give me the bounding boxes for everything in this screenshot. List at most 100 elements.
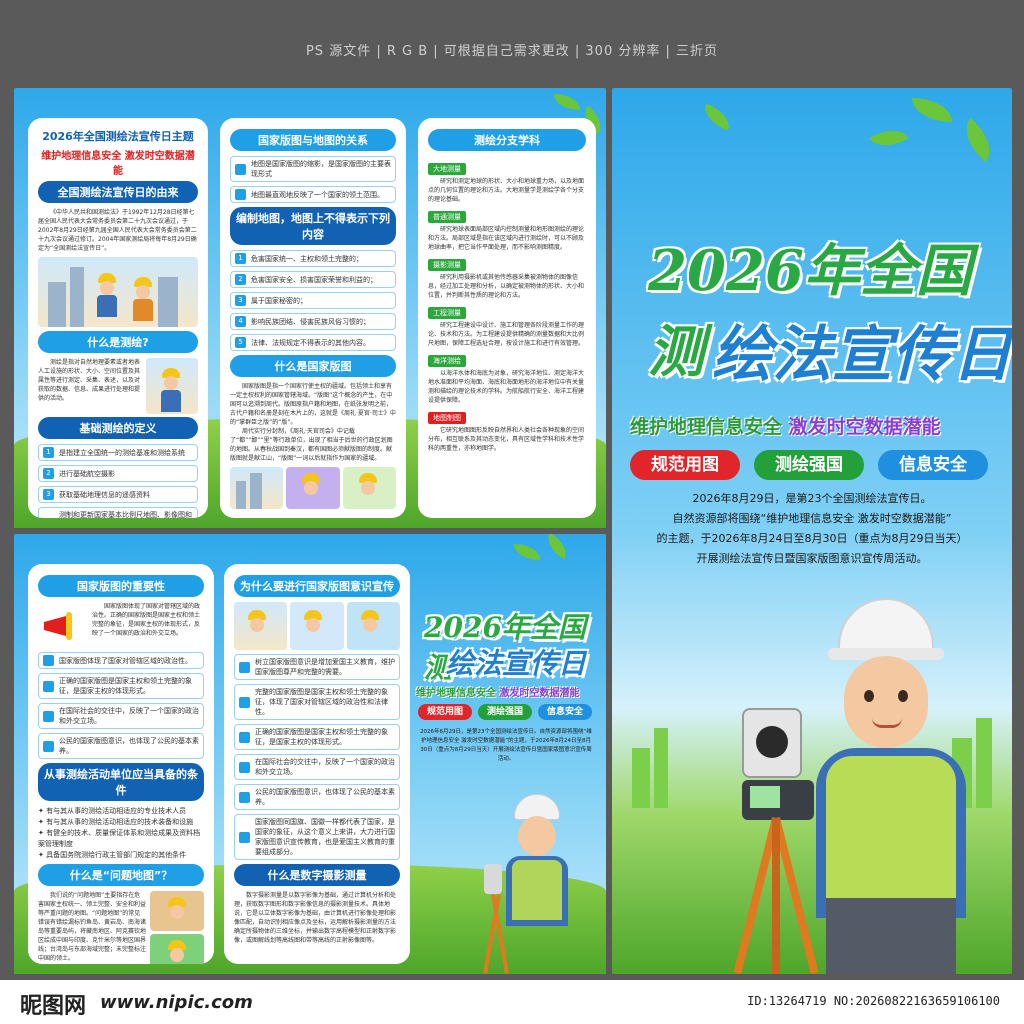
megaphone-icon [38,602,88,652]
problem-text: 我们说的“问题地图”主要指存在危害国家主权统一、领土完整、安全和利益等严重问题的… [38,892,147,962]
cover-pill: 规范用图 [630,450,740,480]
why-item: 正确的国家版图是国家主权和领土完整的象征，是国家主权的体现形式。 [234,724,400,750]
watermark-bar: 昵图网 www.nipic.com ID:13264719 NO:2026082… [0,980,1024,1024]
worker-illustration [342,467,396,509]
surveyor-illustration [732,598,1012,974]
branch-block: 大地测量 研究和测定地球的形状、大小和地球重力场，以及地面点的几何位置的理论和方法… [428,163,585,203]
panel-territory: 国家版图与地图的关系 地图是国家版图的缩影，是国家版图的主要表现形式 地图最直观… [220,118,406,518]
check-icon [239,696,250,708]
panel-theme: 2026年全国测绘法宣传日主题 维护地理信息安全 激发时空数据潜能 全国测绘法宣… [28,118,208,518]
mini-cover-title-2: 绘法宣传日 [446,647,587,680]
spec-header: PS 源文件 | R G B | 可根据自己需求更改 | 300 分辨率 | 三… [0,0,1024,88]
panel-awareness: 为什么要进行国家版图意识宣传 树立国家版图意识是增加爱国主义教育，维护国家版图尊… [224,564,410,964]
worker-illustration [290,602,344,650]
worker-illustration [286,467,340,509]
importance-item: 公民的国家版图意识，也体现了公民的基本素养。 [38,733,204,759]
cover-body-line: 2026年8月29日，是第23个全国测绘法宣传日。 [692,492,932,505]
territory-header: 什么是国家版图 [230,355,396,377]
relation-header: 国家版图与地图的关系 [230,129,396,151]
why-header: 为什么要进行国家版图意识宣传 [234,575,400,597]
condition-item: ✦ 有健全的技术、质量保证体系和测绘成果及资料档案管理制度 [38,829,201,848]
image-id: ID:13264719 NO:20260822163659106100 [747,994,1000,1008]
check-icon [239,731,250,743]
basic-item: 3 获取基础地理信息的遥感资料 [38,486,198,503]
basic-item: 4测制和更新国家基本比例尺地图、影像图和数字化产品，建立、更新基础地理信息系统。 [38,507,198,518]
importance-item: 正确的国家版图是国家主权和领土完整的象征，是国家主权的体现形式。 [38,673,204,699]
mini-surveyor-illustration [483,794,584,974]
mini-pill: 信息安全 [538,704,592,720]
leaf-decoration [912,98,952,122]
city-illustration [230,467,284,509]
problem-header: 什么是“问题地图”？ [38,864,204,886]
check-icon [239,791,250,803]
leaf-decoration [541,534,573,560]
importance-item: 国家版图体现了国家对管辖区域的政治性。 [38,652,204,669]
site-url: www.nipic.com [100,992,253,1013]
map-icon [235,189,246,200]
brochure-outer-sheet: 国家版图的重要性 国家版图体现了国家对管辖区域的政治性。正确的国家版图是国家主权… [14,534,606,974]
origin-header: 全国测绘法宣传日的由来 [38,181,198,203]
what-text: 测绘是指对自然地理要素或者地表人工设施的形状、大小、空间位置及其属性等进行测定、… [38,359,141,402]
why-item: 公民的国家版图意识，也体现了公民的基本素养。 [234,784,400,810]
check-icon [43,680,54,692]
forbid-item: 4 影响民族团结、侵害民族风俗习惯的； [230,313,396,330]
theme-slogan: 维护地理信息安全 激发时空数据潜能 [41,151,195,177]
digital-header: 什么是数字摄影测量 [234,864,400,886]
worker-illustration [234,602,288,650]
mini-cover-body: 2026年8月29日，是第23个全国测绘法宣传日。自然资源部将围绕“维护地理信息… [420,729,592,762]
forbid-item: 3 属于国家秘密的； [230,292,396,309]
cover-pill: 测绘强国 [754,450,864,480]
check-icon [43,740,54,752]
surveyors-illustration [38,257,198,327]
territory-text-2: 周代实行分封制，《周礼·天官司会》中记载了“都”“鄙”“里”等行政单位，出现了相… [230,428,393,462]
mini-pill: 规范用图 [418,704,472,720]
check-icon [239,661,250,673]
site-logo: 昵图网 [20,993,87,1019]
cover-pill: 信息安全 [878,450,988,480]
leaf-decoration [514,544,540,560]
what-header: 什么是测绘? [38,331,198,353]
basic-header: 基础测绘的定义 [38,417,198,439]
conditions-header: 从事测绘活动单位应当具备的条件 [38,763,204,801]
branches-header: 测绘分支学科 [428,129,586,151]
mini-pill: 测绘强国 [478,704,532,720]
worker-illustration [146,358,198,414]
origin-text: 《中华人民共和国测绘法》于1992年12月28日经第七届全国人民代表大会常务委员… [38,209,197,252]
forbid-header: 编制地图，地图上不得表示下列内容 [230,207,396,245]
leaf-decoration [554,94,580,110]
why-item: 国家版图同国旗、国徽一样都代表了国家，是国家的象征，从这个意义上来讲，大力进行国… [234,814,400,860]
brochure-inner-sheet: 2026年全国测绘法宣传日主题 维护地理信息安全 激发时空数据潜能 全国测绘法宣… [14,88,606,528]
why-item: 完整的国家版图是国家主权和领土完整的象征，体现了国家对管辖区域的政治性和法律性。 [234,684,400,720]
basic-item: 2 进行基础航空摄影 [38,465,198,482]
panel-importance: 国家版图的重要性 国家版图体现了国家对管辖区域的政治性。正确的国家版图是国家主权… [28,564,214,964]
cover-slogan: 维护地理信息安全 激发时空数据潜能 [630,416,941,438]
basic-item: 1 是指建立全国统一的测绘基准和测绘系统 [38,444,198,461]
theme-title: 2026年全国测绘法宣传日主题 [42,130,194,143]
branch-block: 地图制图 它研究地图图形反映自然界和人类社会各种现象的空间分布，相互联系及其动态变… [428,412,585,452]
worker-illustration [150,934,204,964]
check-icon [43,710,54,722]
importance-header: 国家版图的重要性 [38,575,204,597]
condition-item: ✦ 有与其从事的测绘活动相适应的技术装备和设施 [38,818,194,826]
cover-body-line: 的主题，于2026年8月24日至8月30日（重点为8月29日当天） [656,532,968,545]
leaf-decoration [699,103,735,131]
digital-text: 数字摄影测量是以数字影像为基础，通过计算机分析和处理，获取数字图形和数字影像信息… [234,892,397,944]
leaf-decoration [869,120,909,156]
importance-item: 在国际社会的交往中，反映了一个国家的政治和外交立场。 [38,703,204,729]
cover-title-2: 绘法宣传日 [712,320,1012,390]
mini-cover-slogan: 维护地理信息安全 激发时空数据潜能 [416,688,580,699]
importance-intro: 国家版图体现了国家对管辖区域的政治性。正确的国家版图是国家主权和领土完整的象征，… [92,603,201,637]
branch-block: 普通测量 研究地球表面局部区域内控制测量和地形图测绘的理论和方法。局部区域是指在该… [428,211,585,251]
check-icon [239,761,250,773]
branch-block: 海洋测绘 以海洋水体和海底为对象，研究海洋地位、测定海洋大地水准面和平均海面、海底… [428,355,585,404]
territory-text: 国家版图是指一个国家行使主权的疆域。包括领土和享有一定主权权利的国家管辖海域。“… [230,383,396,426]
worker-illustration [346,602,400,650]
check-icon [239,831,250,843]
forbid-item: 2 危害国家安全、损害国家荣誉和利益的； [230,271,396,288]
panel-branches: 测绘分支学科 大地测量 研究和测定地球的形状、大小和地球重力场，以及地面点的几何位… [418,118,596,518]
condition-item: ✦ 有与其从事的测绘活动相适应的专业技术人员 [38,807,187,815]
worker-illustration [150,891,204,931]
relation-item: 地图最直观地反映了一个国家的领土范围。 [230,186,396,203]
leaf-decoration [954,117,1002,163]
why-item: 树立国家版图意识是增加爱国主义教育，维护国家版图尊严和完整的需要。 [234,654,400,680]
